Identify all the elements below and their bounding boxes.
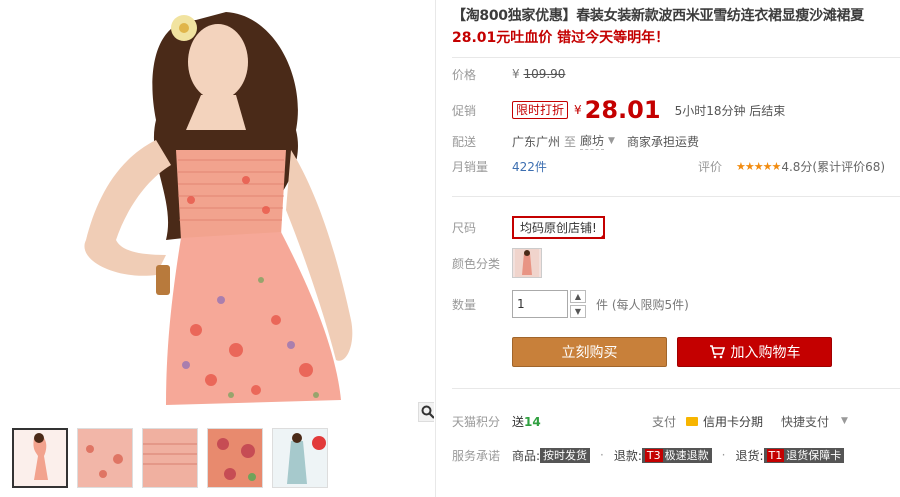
- payment-label: 支付: [652, 414, 677, 429]
- add-to-cart-label: 加入购物车: [730, 345, 801, 361]
- cart-icon: [709, 345, 725, 359]
- product-subtitle: 28.01元吐血价 错过今天等明年！: [452, 30, 670, 46]
- main-product-photo[interactable]: [6, 0, 434, 422]
- shipping-label: 配送: [452, 134, 477, 149]
- thumbnail-1[interactable]: [12, 428, 68, 488]
- size-row: 尺码 均码原创店铺!: [452, 215, 605, 239]
- ship-from: 广东广州: [512, 134, 561, 149]
- destination-select[interactable]: 廊坊: [580, 132, 605, 150]
- thumbnail-3[interactable]: [142, 428, 198, 488]
- thumbnail-5[interactable]: [272, 428, 328, 488]
- currency-symbol: ¥: [574, 103, 582, 117]
- service-promise-row: 服务承诺 商品: 按时发货 · 退款: T3 极速退款 · 退货: T1 退货保障卡: [452, 444, 900, 466]
- rating-label: 评价: [698, 159, 723, 174]
- size-label: 尺码: [452, 220, 477, 235]
- shipping-row: 配送 广东广州 至 廊坊 ▼ 商家承担运费: [452, 130, 699, 152]
- quantity-input[interactable]: [512, 290, 568, 318]
- title-divider: [452, 57, 900, 58]
- dot-separator: ·: [721, 448, 726, 462]
- promo-row: 促销 限时打折 ¥ 28.01 5小时18分钟 后结束: [452, 96, 785, 124]
- decrease-qty-button[interactable]: ▼: [570, 305, 586, 318]
- quantity-stepper: ▲ ▼: [570, 290, 586, 318]
- product-info-panel: 【淘800独家优惠】春装女装新款波西米亚雪纺连衣裙显瘦沙滩裙夏 28.01元吐血…: [452, 0, 900, 463]
- product-gallery: [6, 0, 436, 497]
- dot-separator: ·: [600, 448, 604, 462]
- countdown-timer: 5小时18分钟 后结束: [674, 103, 786, 118]
- promise-label: 服务承诺: [452, 448, 501, 463]
- fast-refund-tag[interactable]: T3 极速退款: [641, 447, 712, 463]
- return-label: 退货:: [735, 448, 764, 463]
- points-value: 送14: [512, 414, 541, 429]
- ship-to-word: 至: [564, 134, 577, 149]
- thumbnail-strip: [12, 428, 328, 488]
- rating-stars-icon: ★★★★★: [736, 159, 781, 173]
- services-divider: [452, 388, 900, 389]
- quantity-row: 数量 ▲ ▼ 件 (每人限购5件): [452, 289, 689, 319]
- options-divider: [452, 196, 900, 197]
- quick-pay[interactable]: 快捷支付: [781, 413, 829, 430]
- promo-label: 促销: [452, 103, 477, 118]
- thumbnail-4[interactable]: [207, 428, 263, 488]
- promo-tag: 限时打折: [512, 101, 569, 119]
- on-time-shipping-tag[interactable]: 按时发货: [540, 447, 591, 463]
- price-label: 价格: [452, 67, 477, 82]
- quantity-limit-note: 件 (每人限购5件): [596, 297, 689, 312]
- chevron-down-icon[interactable]: ▼: [841, 416, 848, 426]
- color-label: 颜色分类: [452, 256, 501, 271]
- return-guarantee-tag[interactable]: T1 退货保障卡: [763, 447, 845, 463]
- add-to-cart-button[interactable]: 加入购物车: [677, 337, 832, 367]
- monthly-sales-count[interactable]: 422件: [512, 158, 698, 175]
- increase-qty-button[interactable]: ▲: [570, 290, 586, 303]
- points-label: 天猫积分: [452, 414, 501, 429]
- sale-price: 28.01: [584, 96, 661, 124]
- goods-label: 商品:: [512, 448, 541, 463]
- refund-label: 退款:: [613, 448, 642, 463]
- shipping-note: 商家承担运费: [626, 134, 699, 149]
- zoom-button[interactable]: [418, 402, 434, 422]
- thumbnail-2[interactable]: [77, 428, 133, 488]
- buy-now-button[interactable]: 立刻购买: [512, 337, 667, 367]
- credit-card-icon: [686, 416, 699, 426]
- sales-label: 月销量: [452, 159, 489, 174]
- credit-card-installment[interactable]: 信用卡分期: [703, 413, 763, 430]
- dress-model-illustration: [84, 12, 353, 405]
- rating-score[interactable]: 4.8分(累计评价68): [781, 158, 885, 175]
- size-option-selected[interactable]: 均码原创店铺!: [512, 215, 605, 239]
- price-row: 价格 ¥ 109.90: [452, 63, 565, 85]
- original-price: ¥ 109.90: [512, 67, 566, 81]
- color-option-thumbnail[interactable]: [512, 248, 542, 278]
- quantity-label: 数量: [452, 297, 477, 312]
- sales-row: 月销量 422件 评价 ★★★★★ 4.8分(累计评价68): [452, 155, 900, 177]
- product-title: 【淘800独家优惠】春装女装新款波西米亚雪纺连衣裙显瘦沙滩裙夏: [452, 8, 864, 24]
- magnifier-icon: [421, 405, 434, 419]
- color-row: 颜色分类: [452, 247, 542, 279]
- points-pay-row: 天猫积分 送14 支付 信用卡分期 快捷支付 ▼: [452, 410, 900, 432]
- chevron-down-icon[interactable]: ▼: [608, 136, 615, 146]
